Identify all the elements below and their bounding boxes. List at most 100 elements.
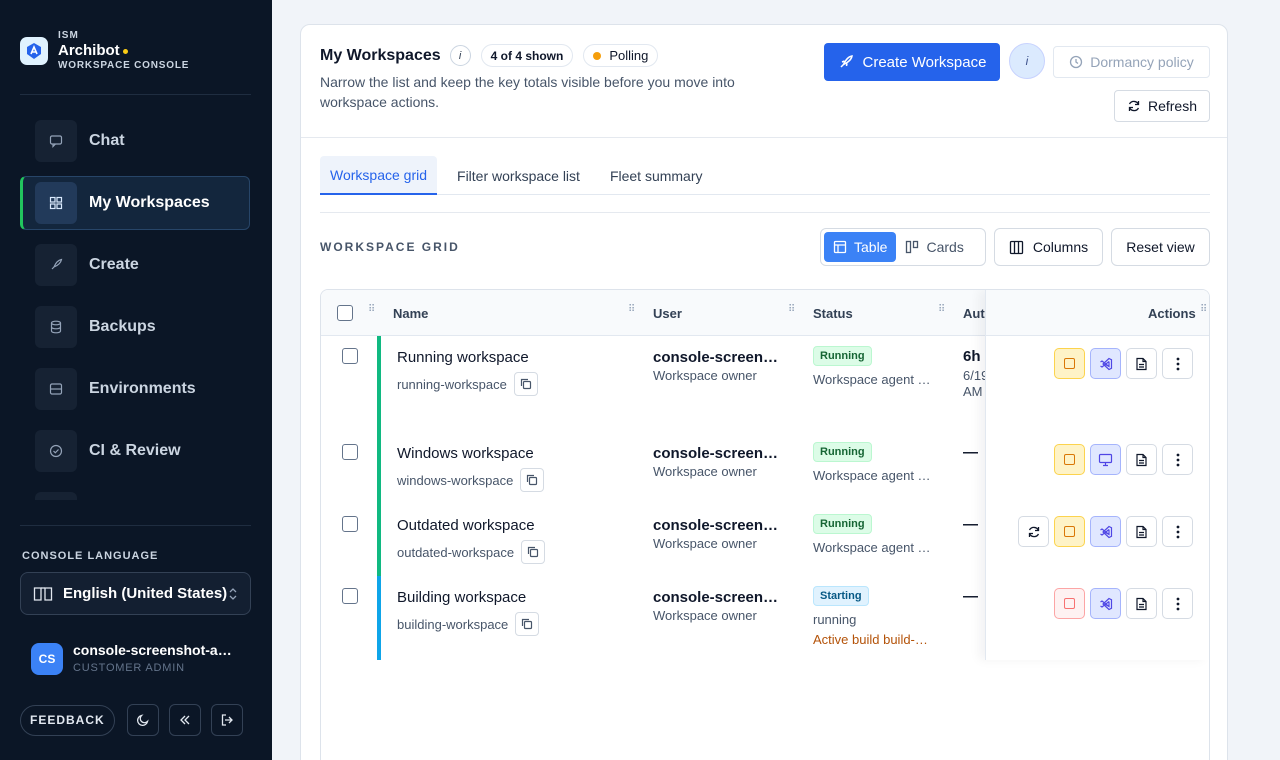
logs-button[interactable] — [1126, 348, 1157, 379]
archibot-logo-icon — [20, 37, 48, 65]
logs-button[interactable] — [1126, 588, 1157, 619]
brand-subtitle: WORKSPACE CONSOLE — [58, 60, 190, 71]
language-select[interactable]: English (United States) — [20, 572, 251, 615]
workspace-name[interactable]: Running workspace — [397, 349, 529, 366]
sidebar-item-label: My Workspaces — [89, 194, 210, 211]
status-badge: Starting — [813, 586, 869, 606]
refresh-icon — [1028, 526, 1039, 537]
update-button[interactable] — [1018, 516, 1049, 547]
collapse-sidebar-button[interactable] — [168, 704, 201, 736]
cards-view-button[interactable]: Cards — [896, 232, 972, 262]
workspace-slug-text: outdated-workspace — [397, 544, 515, 560]
drag-handle-icon[interactable]: ⠿ — [628, 305, 635, 319]
sidebar-nav: Chat My Workspaces Create Backups Enviro… — [20, 114, 250, 500]
workspace-slug: outdated-workspace — [397, 540, 546, 564]
owner-name: console-screenshot-admin — [653, 517, 785, 534]
column-header-user[interactable]: User — [653, 290, 682, 336]
stop-button[interactable] — [1054, 444, 1085, 475]
divider — [20, 525, 251, 526]
more-icon — [35, 492, 77, 500]
reset-view-button[interactable]: Reset view — [1111, 228, 1210, 266]
sidebar-item-backups[interactable]: Backups — [20, 300, 250, 354]
create-workspace-button[interactable]: Create Workspace — [824, 43, 1000, 81]
workspace-slug-text: windows-workspace — [397, 472, 514, 488]
theme-toggle-button[interactable] — [126, 704, 159, 736]
refresh-icon — [1128, 100, 1140, 112]
drag-handle-icon[interactable]: ⠿ — [788, 305, 795, 319]
sidebar-item-environments[interactable]: Environments — [20, 362, 250, 416]
divider — [20, 94, 251, 95]
status-dot-icon — [122, 48, 128, 54]
table-view-button[interactable]: Table — [824, 232, 897, 262]
remote-desktop-button[interactable] — [1090, 444, 1121, 475]
more-vertical-icon — [1176, 597, 1179, 610]
document-icon — [1136, 525, 1147, 538]
logs-button[interactable] — [1126, 516, 1157, 547]
user-profile[interactable]: CS console-screenshot-admin CUSTOMER ADM… — [31, 642, 235, 675]
tab-fleet-summary[interactable]: Fleet summary — [600, 156, 713, 195]
workspace-name[interactable]: Outdated workspace — [397, 517, 535, 534]
workspace-name[interactable]: Building workspace — [397, 589, 526, 606]
more-actions-button[interactable] — [1162, 348, 1193, 379]
row-checkbox[interactable] — [342, 444, 358, 460]
info-icon[interactable]: i — [449, 45, 471, 66]
chat-icon — [35, 120, 77, 162]
stop-button[interactable] — [1054, 516, 1085, 547]
page-title: My Workspaces — [320, 46, 441, 64]
autostop-detail: AM — [963, 384, 983, 399]
polling-dot-icon — [593, 51, 602, 60]
stop-button[interactable] — [1054, 348, 1085, 379]
open-vscode-button[interactable] — [1090, 348, 1121, 379]
feedback-button[interactable]: FEEDBACK — [20, 704, 115, 736]
divider — [301, 137, 1227, 138]
tab-workspace-grid[interactable]: Workspace grid — [320, 156, 438, 195]
tab-bar: Workspace grid Filter workspace list Fle… — [320, 156, 1210, 195]
refresh-label: Refresh — [1147, 98, 1198, 114]
select-all-checkbox[interactable] — [337, 305, 353, 321]
open-vscode-button[interactable] — [1090, 516, 1121, 547]
column-header-status[interactable]: Status — [813, 290, 853, 336]
column-header-name[interactable]: Name — [393, 290, 428, 336]
row-checkbox[interactable] — [342, 588, 358, 604]
more-actions-button[interactable] — [1162, 588, 1193, 619]
row-checkbox[interactable] — [342, 516, 358, 532]
server-icon — [35, 368, 77, 410]
open-vscode-button[interactable] — [1090, 588, 1121, 619]
drag-handle-icon[interactable]: ⠿ — [1200, 305, 1207, 319]
logs-button[interactable] — [1126, 444, 1157, 475]
clock-icon — [1070, 55, 1083, 69]
sidebar-item-chat[interactable]: Chat — [20, 114, 250, 168]
tab-filter-workspace-list[interactable]: Filter workspace list — [447, 156, 590, 195]
more-actions-button[interactable] — [1162, 516, 1193, 547]
brand[interactable]: ISM Archibot WORKSPACE CONSOLE — [20, 30, 189, 72]
workspace-name[interactable]: Windows workspace — [397, 445, 534, 462]
drag-handle-icon[interactable]: ⠿ — [368, 305, 375, 319]
sidebar-item-more[interactable] — [20, 486, 250, 500]
dormancy-policy-button[interactable]: Dormancy policy — [1053, 46, 1210, 78]
columns-button[interactable]: Columns — [994, 228, 1103, 266]
copy-button[interactable] — [515, 612, 540, 636]
sidebar-item-ci-review[interactable]: CI & Review — [20, 424, 250, 478]
workspace-slug-text: building-workspace — [397, 616, 509, 632]
copy-button[interactable] — [520, 468, 545, 492]
vscode-icon — [1099, 357, 1112, 370]
more-actions-button[interactable] — [1162, 444, 1193, 475]
status-bar — [377, 576, 381, 660]
drag-handle-icon[interactable]: ⠿ — [938, 305, 945, 319]
book-icon — [33, 586, 53, 601]
count-badge: 4 of 4 shown — [480, 44, 574, 67]
workspace-slug: windows-workspace — [397, 468, 545, 492]
logout-button[interactable] — [210, 704, 243, 736]
actions-column: Actions ⠿ — [985, 290, 1209, 660]
page-description: Narrow the list and keep the key totals … — [320, 74, 735, 110]
stop-button[interactable] — [1054, 588, 1085, 619]
sidebar-item-my-workspaces[interactable]: My Workspaces — [20, 176, 250, 230]
row-checkbox[interactable] — [342, 348, 358, 364]
stop-icon — [1064, 454, 1075, 465]
copy-button[interactable] — [513, 372, 538, 396]
copy-button[interactable] — [521, 540, 546, 564]
refresh-button[interactable]: Refresh — [1114, 90, 1210, 122]
sidebar-item-create[interactable]: Create — [20, 238, 250, 292]
info-button[interactable]: i — [1009, 43, 1045, 79]
avatar: CS — [31, 642, 63, 675]
